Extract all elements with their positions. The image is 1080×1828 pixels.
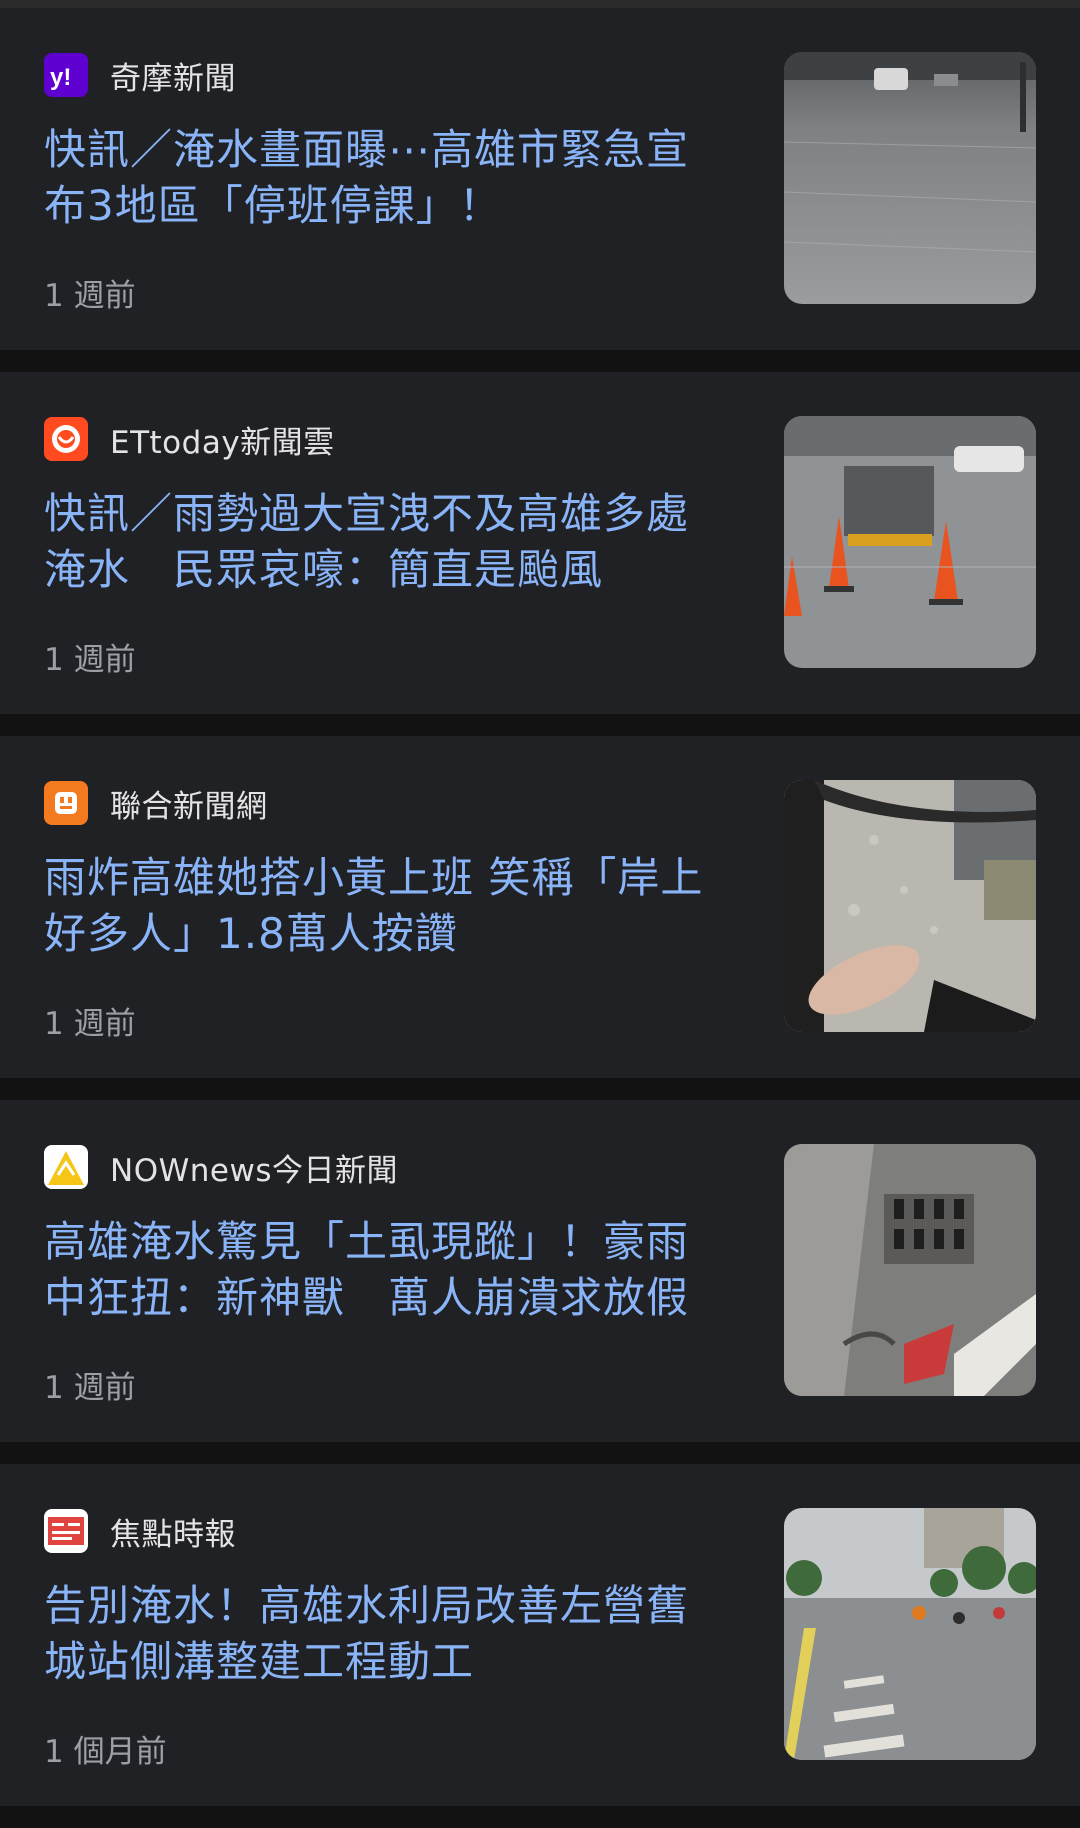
svg-text:y!: y! — [50, 64, 71, 91]
article-age: 1 週前 — [44, 1370, 136, 1406]
rainy-road-scooters-image[interactable] — [784, 1508, 1036, 1760]
headline[interactable]: 告別淹水！高雄水利局改善左營舊 城站側溝整建工程動工 — [44, 1578, 724, 1690]
traffic-cones-flood-image[interactable] — [784, 416, 1036, 668]
article-age: 1 週前 — [44, 278, 136, 314]
headline-line: 好多人」1.8萬人按讚 — [44, 909, 458, 958]
headline-line: 快訊／雨勢過大宣洩不及高雄多處 — [44, 489, 690, 538]
headline[interactable]: 快訊／淹水畫面曝⋯高雄市緊急宣 布3地區「停班停課」！ — [44, 122, 724, 234]
source-row: 聯合新聞網 — [44, 780, 268, 826]
article-age: 1 個月前 — [44, 1734, 167, 1770]
headline-line: 淹水 民眾哀嚎：簡直是颱風 — [44, 545, 604, 594]
news-card[interactable]: 焦點時報 告別淹水！高雄水利局改善左營舊 城站側溝整建工程動工 1 個月前 — [0, 1464, 1080, 1806]
headline-line: 雨炸高雄她搭小黃上班 笑稱「岸上 — [44, 853, 704, 902]
headline[interactable]: 雨炸高雄她搭小黃上班 笑稱「岸上 好多人」1.8萬人按讚 — [44, 850, 724, 962]
headline-line: 告別淹水！高雄水利局改善左營舊 — [44, 1581, 690, 1630]
udn-icon — [44, 781, 88, 825]
headline-line: 快訊／淹水畫面曝⋯高雄市緊急宣 — [44, 125, 690, 174]
ettoday-icon — [44, 417, 88, 461]
news-card[interactable]: ETtoday新聞雲 快訊／雨勢過大宣洩不及高雄多處 淹水 民眾哀嚎：簡直是颱風… — [0, 372, 1080, 714]
source-name: 聯合新聞網 — [110, 788, 268, 825]
source-row: y! 奇摩新聞 — [44, 52, 236, 98]
yahoo-icon: y! — [44, 53, 88, 97]
headline-line: 城站側溝整建工程動工 — [44, 1637, 475, 1686]
source-row: 焦點時報 — [44, 1508, 236, 1554]
source-row: NOWnews今日新聞 — [44, 1144, 398, 1190]
source-name: NOWnews今日新聞 — [110, 1152, 398, 1189]
source-row: ETtoday新聞雲 — [44, 416, 335, 462]
news-card[interactable]: NOWnews今日新聞 高雄淹水驚見「土虱現蹤」！豪雨 中狂扭：新神獸 萬人崩潰… — [0, 1100, 1080, 1442]
news-card[interactable]: y! 奇摩新聞 快訊／淹水畫面曝⋯高雄市緊急宣 布3地區「停班停課」！ 1 週前 — [0, 8, 1080, 350]
article-age: 1 週前 — [44, 642, 136, 678]
headline[interactable]: 高雄淹水驚見「土虱現蹤」！豪雨 中狂扭：新神獸 萬人崩潰求放假 — [44, 1214, 724, 1326]
headline-line: 高雄淹水驚見「土虱現蹤」！豪雨 — [44, 1217, 690, 1266]
taxi-window-rain-image[interactable] — [784, 780, 1036, 1032]
news-feed: y! 奇摩新聞 快訊／淹水畫面曝⋯高雄市緊急宣 布3地區「停班停課」！ 1 週前 — [0, 8, 1080, 1828]
headline-line: 中狂扭：新神獸 萬人崩潰求放假 — [44, 1273, 690, 1322]
headline-line: 布3地區「停班停課」！ — [44, 181, 502, 230]
storm-drain-catfish-image[interactable] — [784, 1144, 1036, 1396]
source-name: 焦點時報 — [110, 1516, 236, 1553]
nownews-icon — [44, 1145, 88, 1189]
source-name: ETtoday新聞雲 — [110, 424, 335, 461]
source-name: 奇摩新聞 — [110, 60, 236, 97]
focus-times-icon — [44, 1509, 88, 1553]
flooded-street-image[interactable] — [784, 52, 1036, 304]
top-divider — [0, 0, 1080, 8]
news-card[interactable]: 聯合新聞網 雨炸高雄她搭小黃上班 笑稱「岸上 好多人」1.8萬人按讚 1 週前 — [0, 736, 1080, 1078]
article-age: 1 週前 — [44, 1006, 136, 1042]
headline[interactable]: 快訊／雨勢過大宣洩不及高雄多處 淹水 民眾哀嚎：簡直是颱風 — [44, 486, 724, 598]
